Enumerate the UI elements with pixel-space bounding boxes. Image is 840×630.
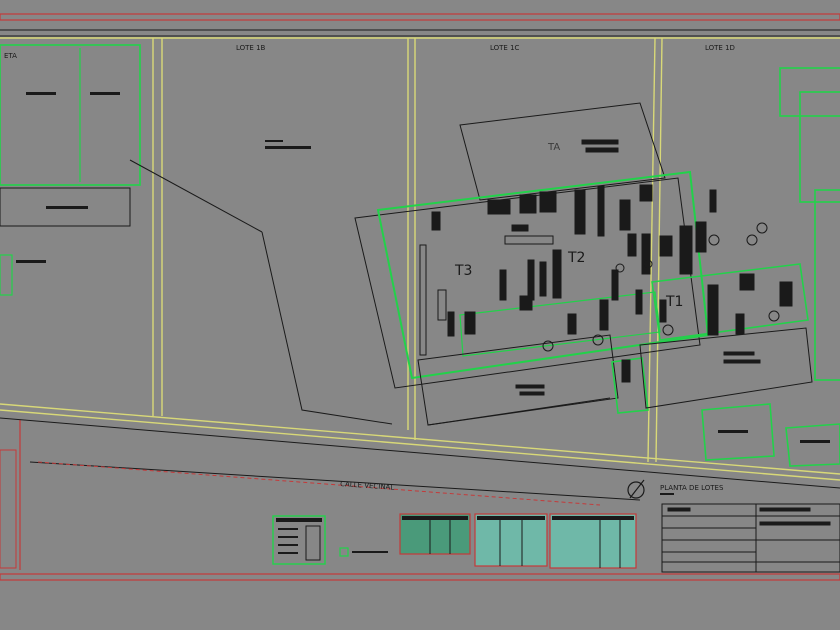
legend-table-red-1 — [399, 513, 471, 555]
title-block — [661, 503, 840, 573]
site-top-boundary — [0, 29, 840, 37]
lote-1a-tags — [16, 92, 120, 263]
plant-equipment — [419, 139, 793, 396]
plan-scale-bar — [660, 493, 674, 495]
lote-1b-boundary — [261, 231, 393, 425]
lote-1a-buildings — [0, 44, 263, 569]
site-plan-drawing: ETA LOTE 1B LOTE 1C LOTE 1D TA T3 T2 T1 … — [0, 13, 840, 581]
lote-1b-label: LOTE 1B — [236, 44, 266, 52]
street-label: CALLE VECINAL — [340, 480, 395, 492]
north-arrow-icon — [627, 479, 645, 499]
building-label-t3: T3 — [454, 263, 472, 279]
lote-1d-label: LOTE 1D — [705, 44, 735, 52]
road-centerline-red — [37, 461, 601, 506]
lote-1b-tags — [265, 140, 311, 149]
lote-1a-label: ETA — [4, 52, 17, 60]
plan-title: PLANTA DE LOTES — [660, 484, 724, 492]
legend-table-green — [272, 515, 388, 565]
legend-table-red-2 — [474, 513, 548, 567]
legend-table-red-3 — [549, 513, 637, 569]
building-label-ta: TA — [547, 142, 560, 153]
lote-1d-tags — [718, 430, 830, 443]
building-label-t1: T1 — [665, 294, 683, 310]
lote-1c-label: LOTE 1C — [490, 44, 520, 52]
building-label-t2: T2 — [567, 250, 585, 266]
